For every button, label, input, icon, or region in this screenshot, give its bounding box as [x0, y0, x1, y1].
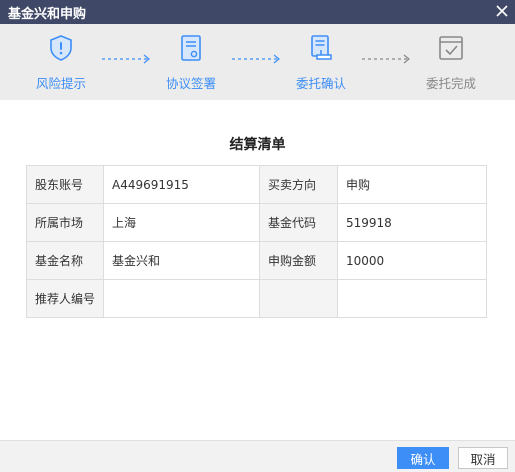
field-label: 申购金额: [259, 241, 338, 280]
field-value: [103, 279, 260, 318]
step-agreement: 协议签署: [143, 24, 239, 100]
step-confirm: 委托确认: [273, 24, 369, 100]
field-value: 基金兴和: [103, 241, 260, 280]
field-label: 所属市场: [26, 203, 104, 242]
section-title: 结算清单: [229, 137, 286, 153]
field-label: 基金代码: [259, 203, 338, 242]
document-icon: [181, 35, 201, 61]
field-label: 基金名称: [26, 241, 104, 280]
window-titlebar: 基金兴和申购: [0, 0, 515, 24]
table-row: 所属市场 上海 基金代码 519918: [26, 203, 487, 242]
field-value: A449691915: [103, 165, 260, 204]
table-row: 基金名称 基金兴和 申购金额 10000: [26, 241, 487, 280]
field-label: 推荐人编号: [26, 279, 104, 318]
field-label: 股东账号: [26, 165, 104, 204]
table-row: 股东账号 A449691915 买卖方向 申购: [26, 165, 487, 204]
step-label: 风险提示: [35, 76, 86, 91]
confirm-button[interactable]: 确认: [397, 447, 449, 469]
step-risk-warning: 风险提示: [13, 24, 109, 100]
progress-steps: 风险提示 协议签署 委托确认 委托完成: [0, 24, 515, 100]
field-value: 上海: [103, 203, 260, 242]
field-value: [337, 279, 487, 318]
cancel-button[interactable]: 取消: [458, 447, 508, 469]
settlement-table: 股东账号 A449691915 买卖方向 申购 所属市场 上海 基金代码 519…: [26, 165, 487, 318]
table-row: 推荐人编号: [26, 279, 487, 318]
field-label: 买卖方向: [259, 165, 338, 204]
field-value: 10000: [337, 241, 487, 280]
field-label: [259, 279, 338, 318]
step-complete: 委托完成: [403, 24, 499, 100]
settlement-panel: 结算清单 股东账号 A449691915 买卖方向 申购 所属市场 上海 基金代…: [0, 100, 515, 440]
field-value: 申购: [337, 165, 487, 204]
field-value: 519918: [337, 203, 487, 242]
step-label: 委托确认: [295, 76, 346, 91]
window-title: 基金兴和申购: [8, 6, 87, 22]
step-label: 协议签署: [165, 76, 216, 91]
step-label: 委托完成: [425, 76, 476, 91]
dialog-footer: 确认 取消: [0, 440, 515, 472]
stamp-icon: [311, 35, 332, 60]
close-icon[interactable]: [495, 4, 509, 18]
shield-icon: [50, 35, 72, 61]
checkbox-icon: [439, 36, 463, 60]
